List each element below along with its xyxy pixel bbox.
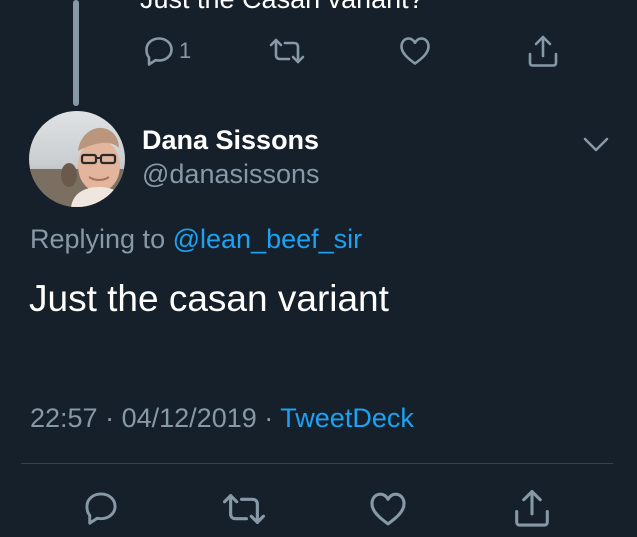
tweet-menu-button[interactable] xyxy=(582,134,610,159)
like-button[interactable] xyxy=(369,491,407,527)
reply-button[interactable] xyxy=(83,490,119,526)
retweet-icon xyxy=(221,492,267,526)
heart-icon xyxy=(369,491,407,527)
tweet-text: Just the casan variant xyxy=(29,278,389,319)
previous-share-button[interactable] xyxy=(527,34,559,68)
share-icon xyxy=(513,488,551,528)
tweet-meta: 22:57 · 04/12/2019 · TweetDeck xyxy=(30,403,414,434)
replying-to-mention[interactable]: @lean_beef_sir xyxy=(173,224,363,254)
meta-separator: · xyxy=(264,403,274,433)
tweet-date: 04/12/2019 xyxy=(121,403,257,433)
previous-reply-button[interactable]: 1 xyxy=(143,35,191,67)
display-name[interactable]: Dana Sissons xyxy=(142,125,319,156)
share-icon xyxy=(527,34,559,68)
retweet-button[interactable] xyxy=(221,492,267,526)
avatar-photo xyxy=(29,111,125,207)
reply-icon xyxy=(83,490,119,526)
tweet-source-link[interactable]: TweetDeck xyxy=(280,403,414,433)
retweet-icon xyxy=(269,37,305,65)
chevron-down-icon xyxy=(582,137,610,158)
divider xyxy=(21,463,613,464)
meta-separator: · xyxy=(105,403,115,433)
user-handle[interactable]: @danasissons xyxy=(142,159,320,190)
share-button[interactable] xyxy=(513,488,551,528)
previous-retweet-button[interactable] xyxy=(269,37,305,65)
tweet-time: 22:57 xyxy=(30,403,98,433)
previous-reply-count: 1 xyxy=(179,38,192,63)
replying-to: Replying to @lean_beef_sir xyxy=(30,224,362,255)
avatar[interactable] xyxy=(29,111,125,207)
thread-connector-line xyxy=(73,0,79,106)
heart-icon xyxy=(399,36,431,66)
previous-like-button[interactable] xyxy=(399,36,431,66)
previous-tweet-text: Just the Casan variant? xyxy=(140,0,424,15)
reply-icon xyxy=(143,35,175,67)
replying-prefix: Replying to xyxy=(30,224,166,254)
